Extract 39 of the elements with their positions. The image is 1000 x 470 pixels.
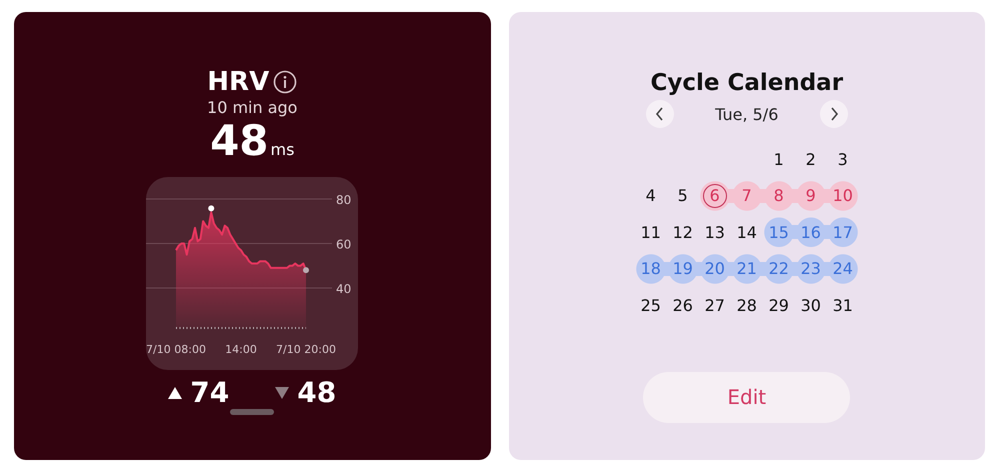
calendar-day[interactable]: 2 — [798, 147, 823, 172]
timestamp: 10 min ago — [207, 98, 298, 118]
calendar-day[interactable]: 27 — [702, 293, 727, 318]
end-marker — [303, 267, 310, 274]
calendar-day[interactable]: 25 — [638, 293, 663, 318]
axis-label: 7/10 20:00 — [276, 343, 336, 356]
edit-button[interactable]: Edit — [643, 372, 850, 422]
up-triangle-icon — [168, 386, 182, 398]
calendar-day[interactable]: 4 — [638, 184, 663, 208]
calendar-day[interactable]: 28 — [734, 293, 759, 318]
calendar-day[interactable]: 3 — [830, 147, 855, 172]
min-value: 48 — [297, 376, 336, 409]
date-label: Tue, 5/6 — [715, 104, 778, 124]
unit-label: ms — [270, 139, 294, 161]
calendar-day[interactable]: 29 — [766, 293, 791, 318]
calendar-day[interactable]: 30 — [798, 293, 823, 318]
scroll-handle[interactable] — [230, 409, 274, 415]
calendar-day[interactable]: 26 — [670, 293, 695, 318]
axis-label: 80 — [336, 193, 352, 207]
axis-label: 60 — [336, 237, 352, 252]
info-icon[interactable] — [273, 70, 298, 94]
axis-label: 7/10 08:00 — [146, 343, 206, 356]
previous-button[interactable] — [646, 100, 674, 128]
hrv-value: 48 — [210, 118, 269, 164]
calendar-day[interactable]: 1 — [766, 147, 791, 172]
calendar-day[interactable]: 14 — [734, 220, 759, 244]
peak-marker — [208, 205, 214, 212]
next-button[interactable] — [820, 100, 848, 128]
calendar-day[interactable]: 11 — [638, 220, 663, 244]
calendar-day[interactable]: 31 — [830, 293, 855, 318]
calendar-title: Cycle Calendar — [650, 69, 844, 98]
calendar-day[interactable]: 12 — [670, 220, 695, 244]
axis-label: 14:00 — [225, 343, 258, 356]
down-triangle-icon — [275, 386, 290, 398]
card-title: HRV — [207, 66, 270, 98]
axis-label: 40 — [336, 282, 352, 296]
calendar-day[interactable]: 13 — [702, 220, 727, 244]
calendar-day[interactable]: 5 — [670, 184, 695, 208]
max-value: 74 — [190, 376, 230, 409]
